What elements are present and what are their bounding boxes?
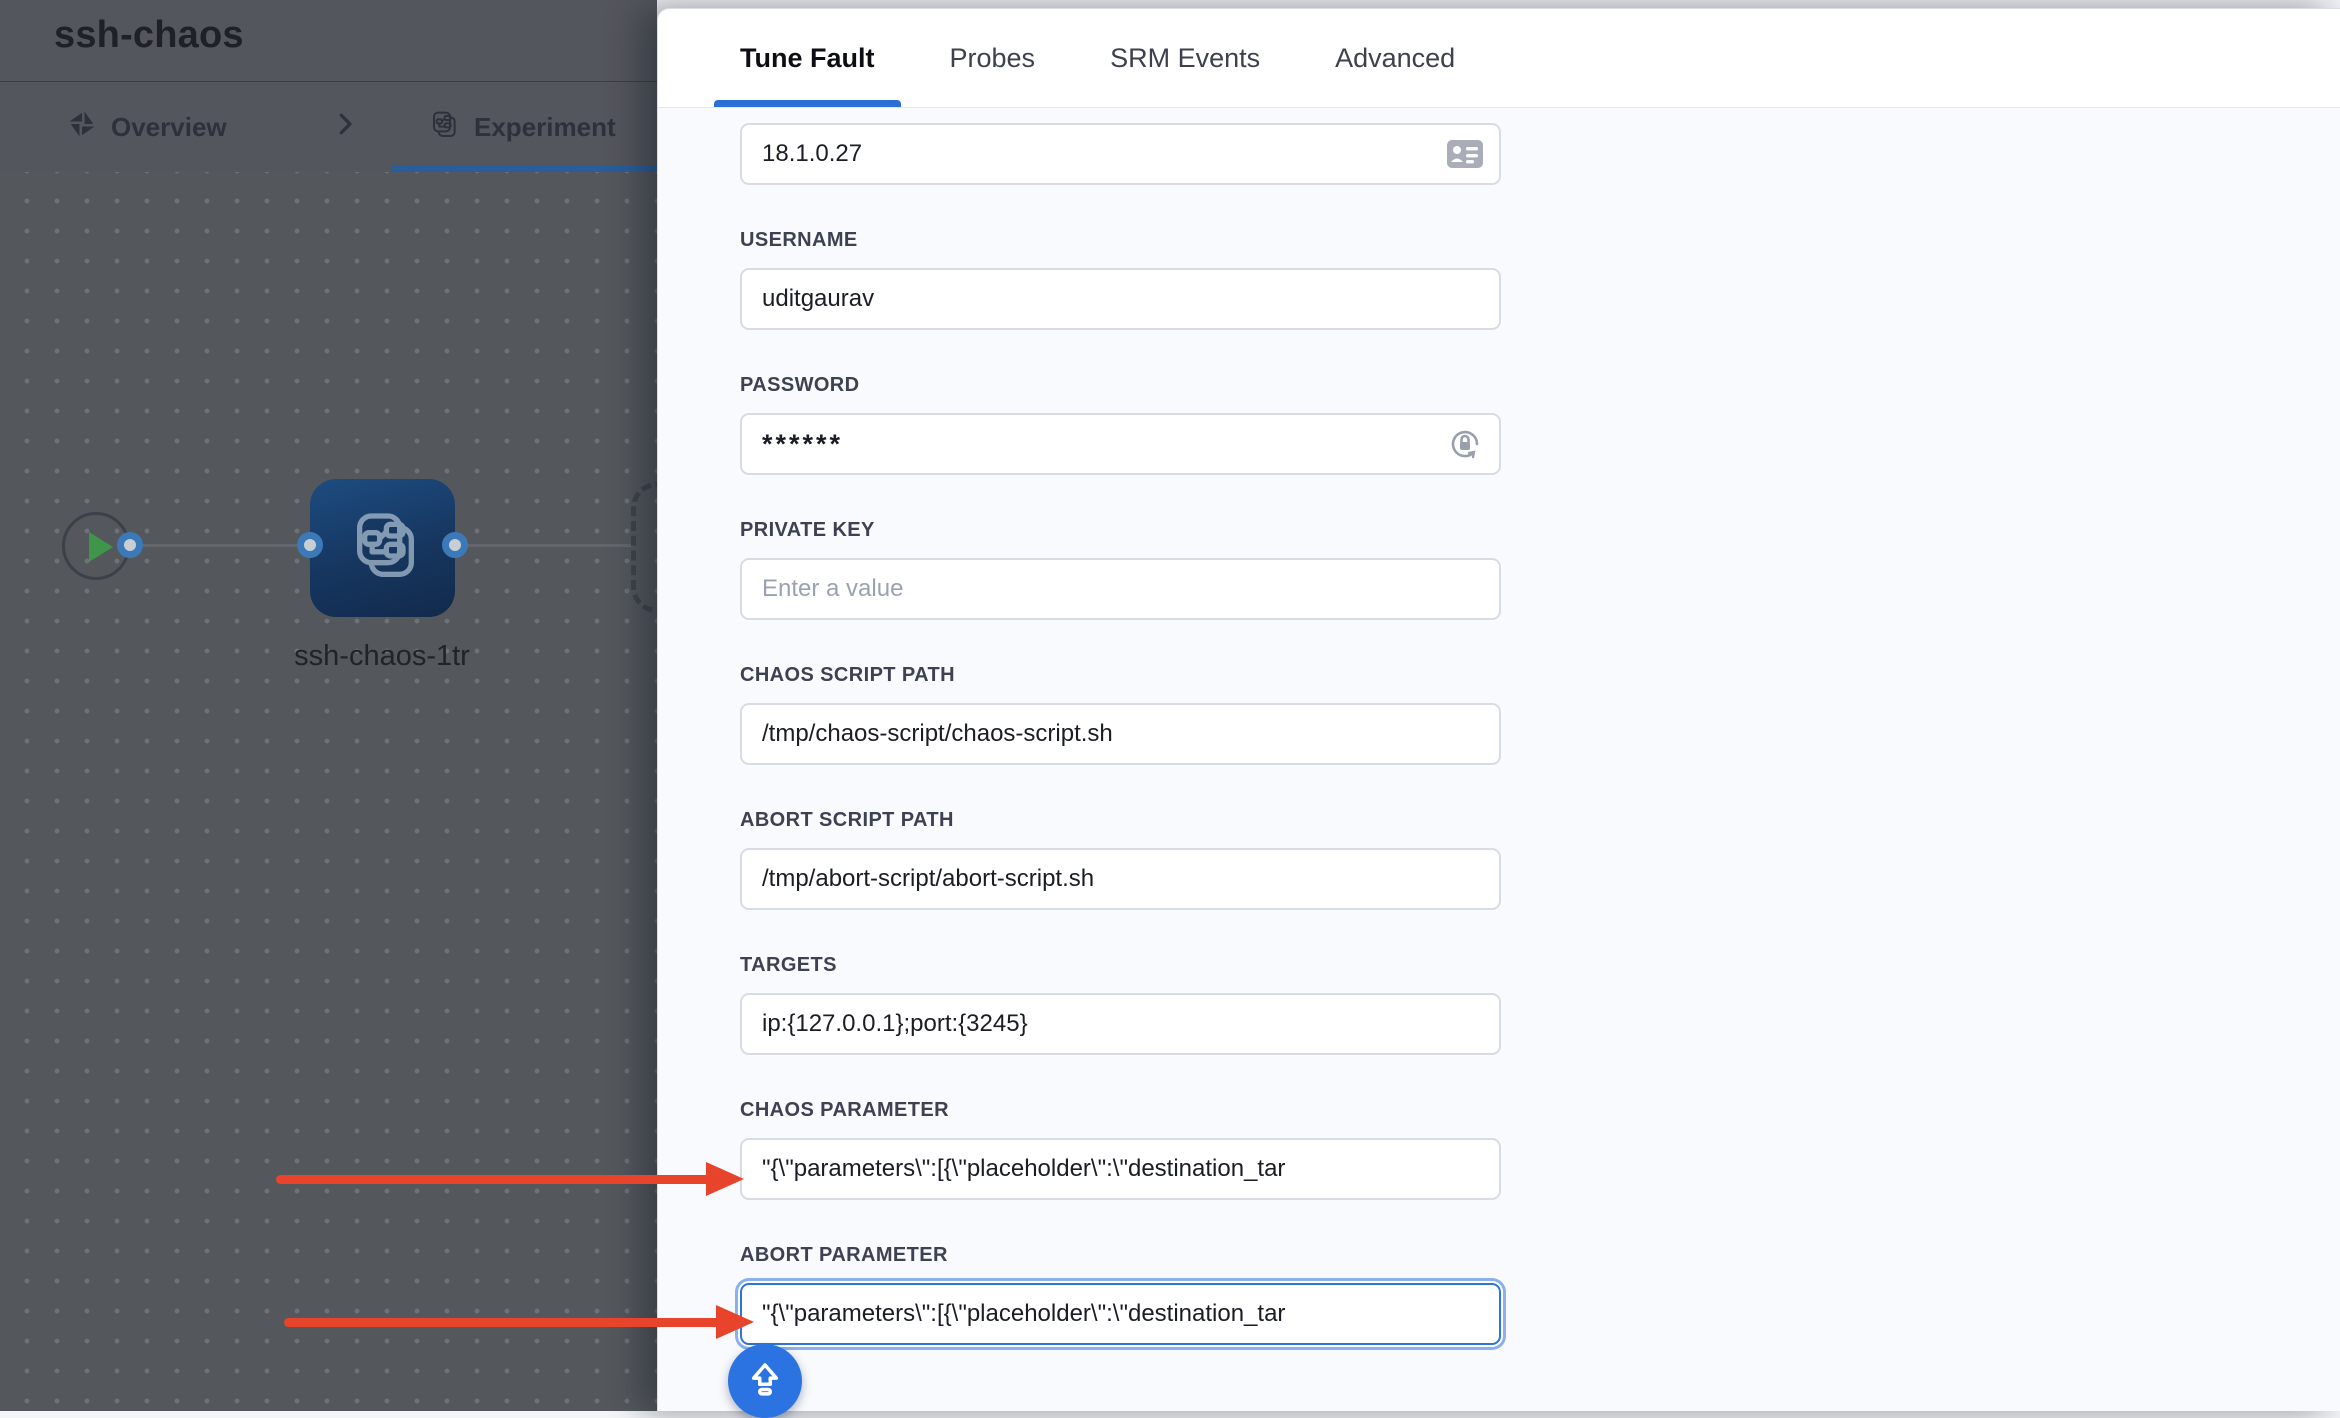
targets-field-group: TARGETS ip:{127.0.0.1};port:{3245} [740,954,1501,1055]
host-value: 18.1.0.27 [762,140,862,168]
experiment-stack-icon [343,506,423,591]
username-input[interactable]: uditgaurav [740,268,1501,330]
arrow-head [706,1162,744,1196]
field-label: USERNAME [740,229,1501,252]
targets-value: ip:{127.0.0.1};port:{3245} [762,1010,1028,1038]
active-breadcrumb-underline [391,165,658,172]
field-label: PRIVATE KEY [740,519,1501,542]
field-label: ABORT PARAMETER [740,1244,1501,1267]
abort-parameter-field-group: ABORT PARAMETER "{\"parameters\":[{\"pla… [740,1244,1501,1345]
private-key-field-group: PRIVATE KEY Enter a value [740,519,1501,620]
targets-input[interactable]: ip:{127.0.0.1};port:{3245} [740,993,1501,1055]
breadcrumb-overview[interactable]: Overview [67,83,227,172]
field-label: CHAOS PARAMETER [740,1099,1501,1122]
breadcrumb: Overview Experiment [0,83,660,172]
field-label: TARGETS [740,954,1501,977]
arrow-shaft [276,1175,712,1184]
abort-parameter-value: "{\"parameters\":[{\"placeholder\":\"des… [762,1300,1285,1328]
start-node-out-port[interactable] [117,532,143,558]
password-input[interactable]: ****** [740,413,1501,475]
password-value: ****** [762,429,843,460]
abort-parameter-input[interactable]: "{\"parameters\":[{\"placeholder\":\"des… [740,1283,1501,1345]
fault-node-in-port[interactable] [297,532,323,558]
password-field-group: PASSWORD ****** [740,374,1501,475]
pipeline-canvas[interactable]: ssh-chaos-1tr [0,172,660,1411]
annotation-arrow-abort-parameter [284,1305,754,1339]
overview-pinwheel-icon [67,109,97,146]
tab-probes[interactable]: Probes [924,9,1062,107]
username-value: uditgaurav [762,285,874,313]
fault-tunables-form: 18.1.0.27 USERNAME uditgaurav [740,123,1501,1389]
fault-node-out-port[interactable] [442,532,468,558]
tab-advanced[interactable]: Advanced [1309,9,1481,107]
field-label: PASSWORD [740,374,1501,397]
fault-node-label: ssh-chaos-1tr [232,640,532,673]
chaos-parameter-input[interactable]: "{\"parameters\":[{\"placeholder\":\"des… [740,1138,1501,1200]
chaos-script-path-input[interactable]: /tmp/chaos-script/chaos-script.sh [740,703,1501,765]
annotation-arrow-chaos-parameter [276,1162,744,1196]
page-header: ssh-chaos [0,0,660,82]
arrow-shaft [284,1318,722,1327]
private-key-placeholder: Enter a value [762,575,903,603]
field-label: CHAOS SCRIPT PATH [740,664,1501,687]
drawer-tab-bar: Tune Fault Probes SRM Events Advanced [658,9,2340,108]
edge-start-to-fault [128,544,310,547]
experiment-canvas-panel: ssh-chaos Overview [0,0,660,1411]
host-field-group: 18.1.0.27 [740,123,1501,185]
field-label: ABORT SCRIPT PATH [740,809,1501,832]
experiment-icon [428,108,460,147]
chaos-parameter-field-group: CHAOS PARAMETER "{\"parameters\":[{\"pla… [740,1099,1501,1200]
upload-fab-button[interactable] [728,1344,802,1418]
tune-fault-drawer: Tune Fault Probes SRM Events Advanced 18… [657,8,2340,1411]
username-field-group: USERNAME uditgaurav [740,229,1501,330]
id-card-icon[interactable] [1445,134,1485,174]
tab-srm-events[interactable]: SRM Events [1084,9,1286,107]
breadcrumb-experiment-label: Experiment [474,112,616,143]
chaos-parameter-value: "{\"parameters\":[{\"placeholder\":\"des… [762,1155,1285,1183]
play-icon [89,532,113,562]
breadcrumb-experiment[interactable]: Experiment [428,83,616,172]
page-title: ssh-chaos [54,14,244,57]
private-key-input[interactable]: Enter a value [740,558,1501,620]
upload-eject-icon [744,1358,786,1405]
edge-fault-to-add [453,544,633,547]
secret-lock-icon[interactable] [1445,424,1485,464]
chevron-right-icon [330,109,360,144]
breadcrumb-overview-label: Overview [111,112,227,143]
abort-script-path-value: /tmp/abort-script/abort-script.sh [762,865,1094,893]
abort-script-path-input[interactable]: /tmp/abort-script/abort-script.sh [740,848,1501,910]
abort-script-path-field-group: ABORT SCRIPT PATH /tmp/abort-script/abor… [740,809,1501,910]
chaos-script-path-field-group: CHAOS SCRIPT PATH /tmp/chaos-script/chao… [740,664,1501,765]
chaos-script-path-value: /tmp/chaos-script/chaos-script.sh [762,720,1113,748]
fault-node-ssh-chaos[interactable] [310,479,455,617]
host-input[interactable]: 18.1.0.27 [740,123,1501,185]
tab-tune-fault[interactable]: Tune Fault [714,9,901,107]
arrow-head [716,1305,754,1339]
